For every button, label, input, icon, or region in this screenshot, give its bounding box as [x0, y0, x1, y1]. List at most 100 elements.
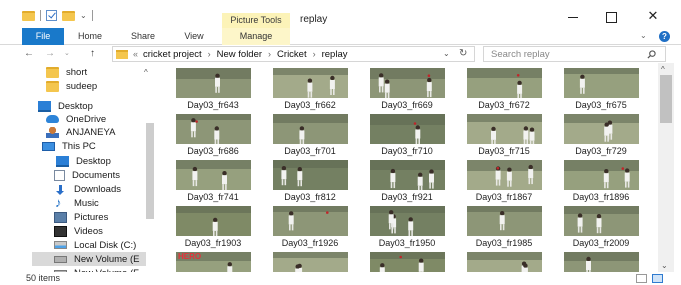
- file-item[interactable]: [362, 252, 452, 272]
- expand-ribbon-icon[interactable]: ⌄: [640, 31, 650, 41]
- nav-scrollbar[interactable]: [146, 75, 154, 272]
- breadcrumb-item[interactable]: Cricket: [277, 49, 307, 60]
- nav-item[interactable]: Music: [32, 195, 146, 210]
- thumbnail-image[interactable]: [370, 68, 445, 98]
- thumbnail-image[interactable]: [564, 206, 639, 236]
- breadcrumb-separator[interactable]: ›: [313, 49, 316, 59]
- thumbnail-image[interactable]: [370, 160, 445, 190]
- tab-share[interactable]: Share: [126, 28, 160, 45]
- breadcrumb-separator[interactable]: ›: [208, 49, 211, 59]
- file-item[interactable]: Day03_fr1867: [459, 160, 549, 204]
- breadcrumb-item[interactable]: cricket project: [143, 49, 202, 60]
- thumbnail-image[interactable]: [176, 114, 251, 144]
- file-item[interactable]: Day03_fr715: [459, 114, 549, 158]
- file-item[interactable]: Day03_fr710: [362, 114, 452, 158]
- nav-item[interactable]: sudeep: [24, 79, 146, 93]
- nav-item[interactable]: Downloads: [32, 182, 146, 196]
- file-item[interactable]: Day03_fr701: [265, 114, 355, 158]
- thumbnail-image[interactable]: [564, 160, 639, 190]
- tab-file[interactable]: File: [22, 28, 64, 45]
- search-input[interactable]: Search replay: [483, 46, 666, 62]
- thumbnail-image[interactable]: [176, 206, 251, 236]
- thumbnail-image[interactable]: [273, 252, 348, 272]
- properties-check-icon[interactable]: [46, 10, 57, 21]
- thumbnail-image[interactable]: [273, 114, 348, 144]
- tab-home[interactable]: Home: [74, 28, 106, 45]
- forward-arrow-icon[interactable]: →: [45, 47, 55, 61]
- search-icon[interactable]: [647, 50, 656, 59]
- file-item[interactable]: [556, 252, 646, 272]
- thumbnail-image[interactable]: [564, 114, 639, 144]
- thumbnail-image[interactable]: [467, 114, 542, 144]
- folder-icon[interactable]: [22, 10, 35, 21]
- file-item[interactable]: HERO: [168, 252, 258, 272]
- details-view-icon[interactable]: [636, 274, 647, 283]
- thumbnail-image[interactable]: [176, 160, 251, 190]
- file-item[interactable]: Day03_fr1926: [265, 206, 355, 250]
- back-arrow-icon[interactable]: ←: [24, 47, 34, 61]
- thumbnail-image[interactable]: [467, 252, 542, 272]
- thumbnail-image[interactable]: [467, 160, 542, 190]
- tab-manage[interactable]: Manage: [222, 28, 290, 45]
- scroll-down-arrow[interactable]: ⌄: [661, 261, 668, 270]
- nav-item[interactable]: This PC: [20, 139, 146, 153]
- file-item[interactable]: Day03_fr1903: [168, 206, 258, 250]
- nav-item[interactable]: short: [24, 65, 146, 79]
- nav-item[interactable]: Videos: [32, 224, 146, 238]
- tab-view[interactable]: View: [180, 28, 208, 45]
- file-item[interactable]: Day03_fr921: [362, 160, 452, 204]
- file-item[interactable]: Day03_fr1950: [362, 206, 452, 250]
- thumbnail-image[interactable]: [273, 160, 348, 190]
- thumbnail-image[interactable]: [564, 252, 639, 272]
- file-item[interactable]: Day03_fr812: [265, 160, 355, 204]
- nav-item[interactable]: ANJANEYA: [24, 125, 146, 139]
- breadcrumb-overflow[interactable]: «: [133, 49, 138, 59]
- thumbnail-image[interactable]: [273, 206, 348, 236]
- customize-toolbar-dropdown[interactable]: ⌄: [80, 11, 87, 20]
- nav-item[interactable]: Documents: [32, 168, 146, 182]
- thumbnail-image[interactable]: [370, 114, 445, 144]
- file-item[interactable]: Day03_fr729: [556, 114, 646, 158]
- large-icons-view-icon[interactable]: [652, 274, 663, 283]
- nav-item[interactable]: Desktop: [16, 99, 146, 113]
- thumbnail-image[interactable]: HERO: [176, 252, 251, 272]
- file-item[interactable]: Day03_fr686: [168, 114, 258, 158]
- scroll-up-arrow[interactable]: ^: [661, 65, 665, 74]
- thumbnail-image[interactable]: [467, 68, 542, 98]
- file-item[interactable]: Day03_fr672: [459, 68, 549, 112]
- minimize-button[interactable]: [560, 10, 586, 24]
- file-item[interactable]: Day03_fr643: [168, 68, 258, 112]
- file-item[interactable]: Day03_fr1985: [459, 206, 549, 250]
- thumbnail-image[interactable]: [273, 68, 348, 98]
- thumbnail-image[interactable]: [176, 68, 251, 98]
- breadcrumb-item[interactable]: replay: [322, 49, 348, 60]
- file-item[interactable]: [459, 252, 549, 272]
- file-item[interactable]: Day03_fr669: [362, 68, 452, 112]
- nav-item[interactable]: Pictures: [32, 210, 146, 224]
- maximize-button[interactable]: [598, 10, 624, 24]
- file-item[interactable]: Day03_fr741: [168, 160, 258, 204]
- new-folder-icon[interactable]: [62, 10, 75, 21]
- help-icon[interactable]: ?: [659, 31, 670, 42]
- address-dropdown[interactable]: ⌄: [443, 49, 450, 58]
- file-item[interactable]: Day03_fr1896: [556, 160, 646, 204]
- address-bar[interactable]: « cricket project › New folder › Cricket…: [112, 46, 475, 62]
- thumbnail-image[interactable]: [370, 252, 445, 272]
- nav-item[interactable]: OneDrive: [24, 112, 146, 126]
- file-item[interactable]: Day03_fr662: [265, 68, 355, 112]
- file-item[interactable]: Day03_fr675: [556, 68, 646, 112]
- vertical-scrollbar[interactable]: ^ ⌄: [658, 63, 674, 272]
- thumbnail-image[interactable]: [467, 206, 542, 236]
- refresh-icon[interactable]: ↻: [459, 48, 467, 59]
- nav-item[interactable]: New Volume (E: [32, 252, 146, 266]
- nav-scrollbar-thumb[interactable]: [146, 123, 154, 219]
- file-item[interactable]: [265, 252, 355, 272]
- recent-locations-dropdown[interactable]: ⌄: [64, 47, 70, 61]
- scrollbar-thumb[interactable]: [660, 75, 672, 123]
- up-arrow-icon[interactable]: ↑: [90, 47, 95, 61]
- nav-item[interactable]: Desktop: [34, 154, 146, 168]
- file-item[interactable]: Day03_fr2009: [556, 206, 646, 250]
- breadcrumb-separator[interactable]: ›: [268, 49, 271, 59]
- thumbnail-image[interactable]: [564, 68, 639, 98]
- close-button[interactable]: ✕: [640, 9, 666, 24]
